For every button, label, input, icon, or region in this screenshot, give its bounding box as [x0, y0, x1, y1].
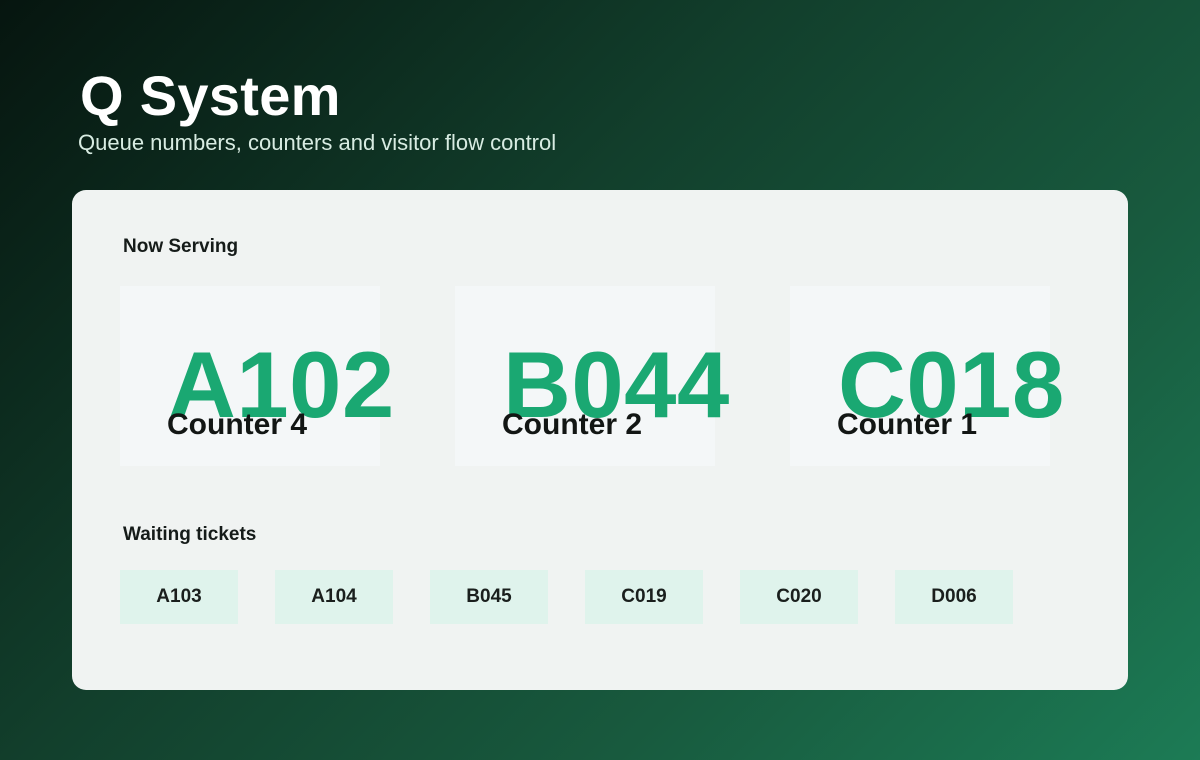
waiting-ticket-chip[interactable]: B045: [430, 570, 548, 624]
waiting-ticket-chip[interactable]: C019: [585, 570, 703, 624]
page-subtitle: Queue numbers, counters and visitor flow…: [78, 130, 557, 155]
serving-counter-name: Counter 1: [837, 408, 978, 441]
waiting-ticket-chip[interactable]: A103: [120, 570, 238, 624]
serving-card-counter-2: B044 Counter 2: [455, 286, 729, 466]
queue-panel: Now Serving A102 Counter 4 B044 Counter …: [72, 190, 1128, 690]
serving-card-counter-1: C018 Counter 1: [790, 286, 1064, 466]
waiting-ticket-chip[interactable]: C020: [740, 570, 858, 624]
page-title: Q System: [80, 64, 341, 127]
waiting-ticket-chip[interactable]: D006: [895, 570, 1013, 624]
now-serving-label: Now Serving: [123, 236, 239, 257]
serving-counter-name: Counter 4: [167, 408, 308, 441]
serving-card-counter-4: A102 Counter 4: [120, 286, 394, 466]
waiting-tickets-label: Waiting tickets: [123, 524, 257, 545]
serving-counter-name: Counter 2: [502, 408, 643, 441]
waiting-ticket-chip[interactable]: A104: [275, 570, 393, 624]
